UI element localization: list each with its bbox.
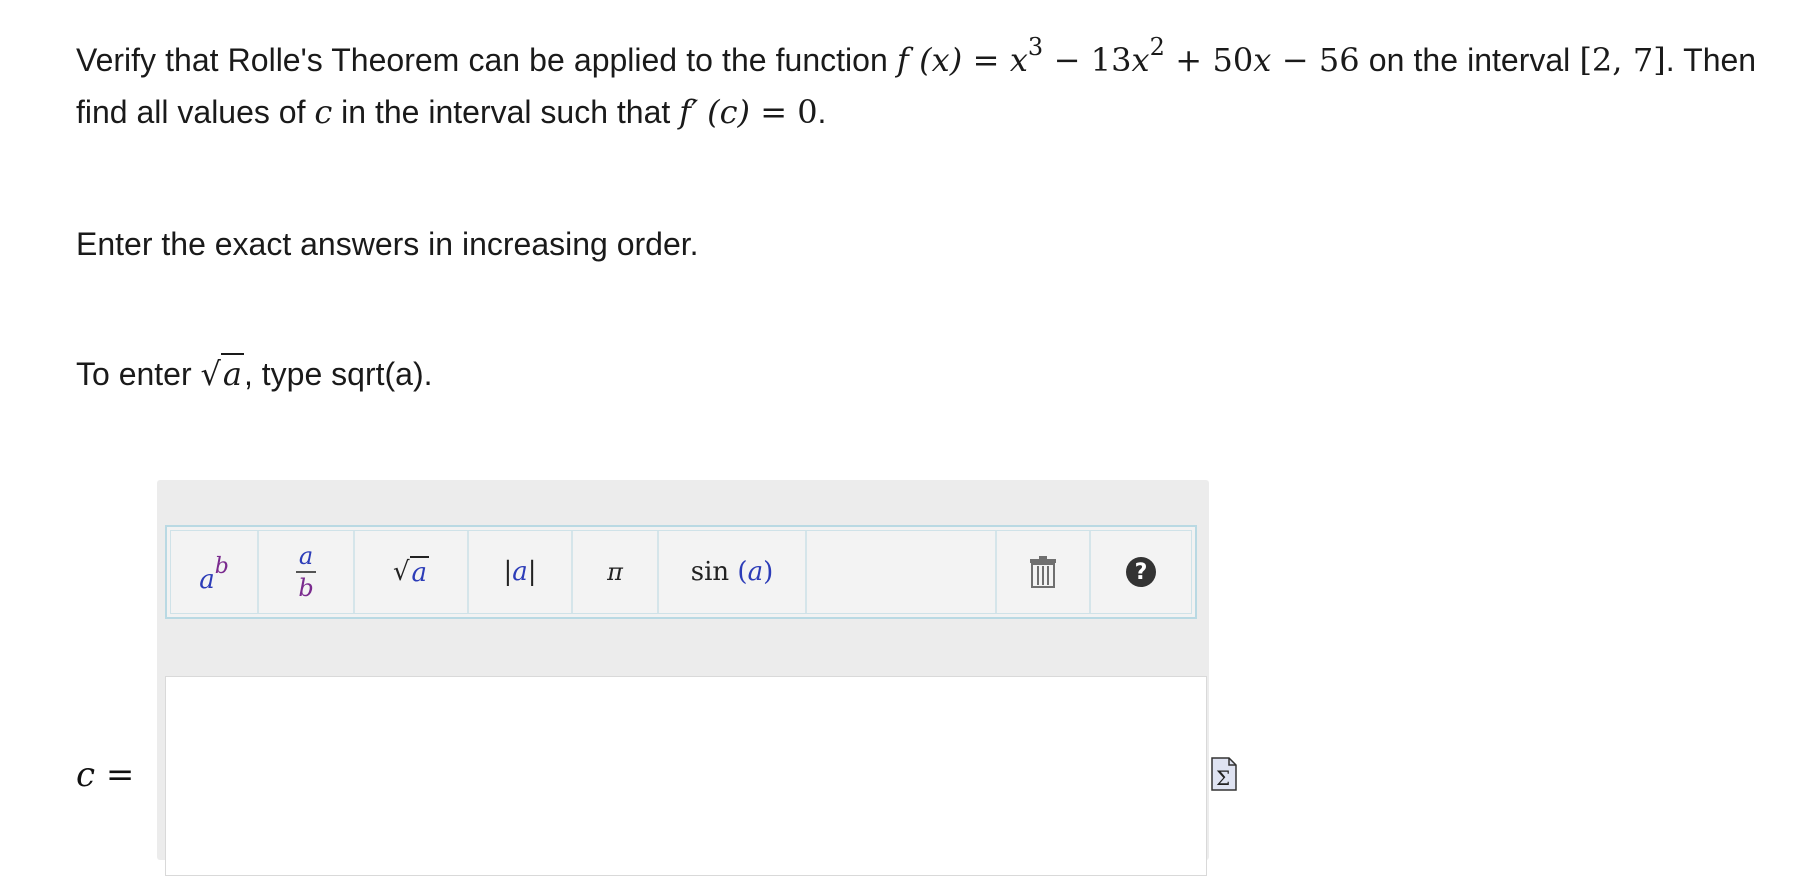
sin-rparen: ) bbox=[763, 557, 774, 587]
sqrt-expression: √a bbox=[201, 348, 244, 400]
equals-zero: = 0 bbox=[750, 93, 818, 131]
exponent-3: 3 bbox=[1027, 33, 1044, 62]
math-editor: ab a b √ a | a | π sin (a) ? bbox=[157, 480, 1209, 876]
radicand: a bbox=[220, 353, 244, 393]
var-x: x bbox=[1009, 41, 1028, 79]
var-x: x bbox=[1131, 41, 1150, 79]
fraction-button[interactable]: a b bbox=[259, 531, 355, 613]
sqrt-button[interactable]: √ a bbox=[355, 531, 469, 613]
question-interval-text: on the interval bbox=[1359, 42, 1571, 78]
term-50: + 50 bbox=[1164, 41, 1254, 79]
question-text: Verify that Rolle's Theorem can be appli… bbox=[76, 34, 1756, 138]
equals-sign: = bbox=[962, 41, 1010, 79]
sin-button[interactable]: sin (a) bbox=[659, 531, 807, 613]
fraction-icon: a b bbox=[296, 543, 316, 601]
term-13: − 13 bbox=[1043, 41, 1132, 79]
answer-equals: = bbox=[95, 755, 135, 795]
instruction-sqrt-post: , type sqrt(a). bbox=[243, 356, 433, 392]
help-icon: ? bbox=[1126, 557, 1156, 587]
function-arg: (x) bbox=[919, 41, 963, 79]
toolbar-spacer bbox=[807, 531, 997, 613]
toolbar-inner: ab a b √ a | a | π sin (a) ? bbox=[170, 530, 1192, 614]
help-button[interactable]: ? bbox=[1091, 531, 1191, 613]
var-c: c bbox=[314, 93, 333, 131]
question-such-that: in the interval such that bbox=[332, 94, 680, 130]
answer-label: c = bbox=[76, 755, 134, 795]
math-toolbar: ab a b √ a | a | π sin (a) ? bbox=[165, 525, 1197, 619]
exponent-2: 2 bbox=[1149, 33, 1165, 62]
answer-var: c bbox=[76, 755, 96, 795]
abs-left-bar: | bbox=[503, 557, 513, 587]
trash-icon bbox=[1030, 556, 1056, 588]
derivative-arg: (c) bbox=[707, 93, 751, 131]
answer-input[interactable] bbox=[165, 676, 1207, 876]
var-x: x bbox=[1253, 41, 1272, 79]
instruction-sqrt-pre: To enter bbox=[76, 356, 201, 392]
pi-button[interactable]: π bbox=[573, 531, 659, 613]
question-intro: Verify that Rolle's Theorem can be appli… bbox=[76, 42, 897, 78]
svg-text:Σ: Σ bbox=[1216, 766, 1230, 790]
fraction-numerator: a bbox=[298, 542, 314, 570]
interval: [2, 7] bbox=[1579, 41, 1666, 79]
power-exponent: b bbox=[214, 553, 229, 579]
sqrt-icon: √ bbox=[392, 557, 410, 587]
sin-arg: a bbox=[747, 557, 764, 587]
sigma-doc-icon: Σ bbox=[1211, 757, 1237, 791]
clear-button[interactable] bbox=[997, 531, 1091, 613]
instruction-sqrt: To enter √a, type sqrt(a). bbox=[76, 348, 1756, 400]
radical-sign: √ bbox=[200, 355, 221, 393]
derivative-name: f′ bbox=[679, 93, 699, 131]
instruction-order: Enter the exact answers in increasing or… bbox=[76, 226, 699, 262]
period: . bbox=[817, 94, 827, 130]
absolute-value-button[interactable]: | a | bbox=[469, 531, 573, 613]
sigma-icon[interactable]: Σ bbox=[1211, 757, 1237, 796]
sin-lparen: ( bbox=[737, 557, 748, 587]
term-56: − 56 bbox=[1271, 41, 1360, 79]
sqrt-arg: a bbox=[409, 556, 430, 588]
fraction-denominator: b bbox=[298, 574, 314, 602]
fraction-bar bbox=[296, 571, 316, 573]
sin-label: sin bbox=[690, 557, 730, 587]
power-base: a bbox=[199, 565, 215, 595]
pi-icon: π bbox=[607, 558, 623, 586]
function-name: f bbox=[896, 41, 909, 79]
abs-right-bar: | bbox=[527, 557, 537, 587]
power-button[interactable]: ab bbox=[171, 531, 259, 613]
abs-arg: a bbox=[512, 557, 528, 587]
